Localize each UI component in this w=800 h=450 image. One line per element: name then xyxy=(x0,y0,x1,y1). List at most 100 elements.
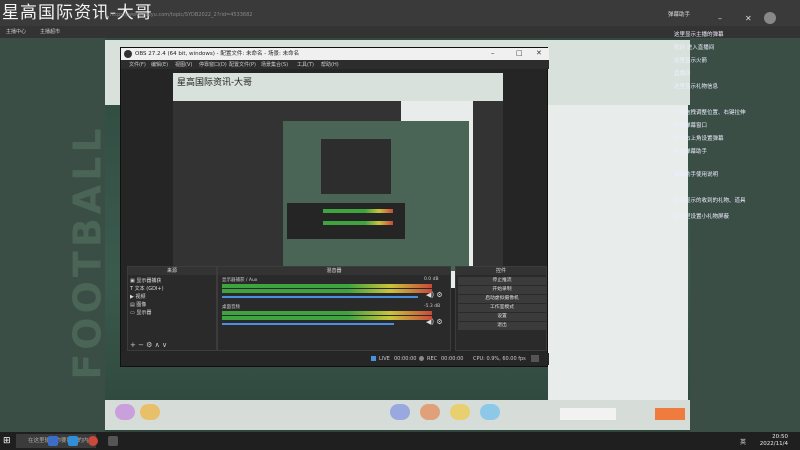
taskview-icon[interactable] xyxy=(48,436,58,446)
avatar[interactable] xyxy=(764,12,776,24)
gift-icon[interactable] xyxy=(140,404,160,420)
nested-meter xyxy=(323,209,393,213)
gift-icon[interactable] xyxy=(420,404,440,420)
input-lang[interactable]: 英 xyxy=(740,437,746,446)
chat-line: 设置显示的收到的礼物、道具 xyxy=(674,198,746,204)
mixer-dock-title: 混音器 xyxy=(218,267,450,275)
source-item[interactable]: ▣ 显示器捕获 xyxy=(130,277,161,284)
chat-input[interactable] xyxy=(560,408,616,420)
menu-tools[interactable]: 工具(T) xyxy=(297,61,314,68)
speaker-icon[interactable]: ◀) ⚙ xyxy=(426,318,443,326)
bookmark-item[interactable]: 主播中心 xyxy=(6,28,26,35)
volume-slider[interactable] xyxy=(222,323,394,325)
menu-view[interactable]: 视图(V) xyxy=(175,61,192,68)
preview-overlay-text: 星高国际资讯-大哥 xyxy=(177,78,253,88)
volume-meter xyxy=(222,284,432,288)
cpu-fps: CPU: 0.9%, 60.00 fps xyxy=(473,356,526,362)
menu-docks[interactable]: 停靠窗口(D) xyxy=(199,61,227,68)
mixer-channel-db: 0.0 dB xyxy=(424,277,439,282)
menu-profile[interactable]: 配置文件(P) xyxy=(229,61,256,68)
edge-icon[interactable] xyxy=(68,436,78,446)
status-square-icon xyxy=(531,355,539,362)
volume-slider[interactable] xyxy=(222,296,418,298)
menu-help[interactable]: 帮助(H) xyxy=(321,61,339,68)
controls-dock: 控件 停止推流 开始录制 启动虚拟摄像机 工作室模式 设置 退出 xyxy=(455,266,547,351)
system-clock[interactable]: 20:50 2022/11/4 xyxy=(760,434,788,448)
chat-line: 欢迎 进入直播间 xyxy=(674,45,715,51)
obs-window: OBS 27.2.4 (64 bit, windows) - 配置文件: 未命名… xyxy=(120,47,549,367)
add-icon[interactable]: + − ⚙ ∧ ∨ xyxy=(130,341,167,349)
minimize-icon[interactable]: – xyxy=(491,49,495,57)
speaker-icon[interactable]: ◀) ⚙ xyxy=(426,291,443,299)
settings-button[interactable]: 设置 xyxy=(458,313,546,321)
chat-line: 这里显示礼物信息 xyxy=(674,84,719,90)
gift-icon[interactable] xyxy=(115,404,135,420)
menu-file[interactable]: 文件(F) xyxy=(129,61,146,68)
nested-obs xyxy=(321,139,391,194)
nested-meter xyxy=(323,221,393,225)
obs-menubar: 文件(F) 编辑(E) 视图(V) 停靠窗口(D) 配置文件(P) 场景集合(S… xyxy=(121,60,549,69)
mixer-channel-db: -5.3 dB xyxy=(424,304,441,309)
app-taskbar-icon[interactable] xyxy=(108,436,118,446)
chat-panel xyxy=(548,105,688,430)
clock-date: 2022/11/4 xyxy=(759,441,788,447)
bookmark-item[interactable]: 主播超市 xyxy=(40,28,60,35)
menu-scene-collection[interactable]: 场景集合(S) xyxy=(261,61,288,68)
rec-time: 00:00:00 xyxy=(441,356,464,362)
live-label: LIVE xyxy=(379,356,390,362)
exit-button[interactable]: 退出 xyxy=(458,322,546,330)
chat-line: 这里显示火箭 xyxy=(674,58,708,64)
source-label: 文本 (GDI+) xyxy=(134,286,164,292)
obs-logo-icon xyxy=(124,50,132,58)
source-item[interactable]: ▤ 图像 xyxy=(130,301,146,308)
start-recording-button[interactable]: 开始录制 xyxy=(458,286,546,294)
controls-dock-title: 控件 xyxy=(456,267,546,275)
source-item[interactable]: ▶ 视频 xyxy=(130,293,145,300)
preview-canvas[interactable]: 星高国际资讯-大哥 xyxy=(173,73,503,288)
source-label: 显示器捕获 xyxy=(136,278,162,284)
minimize-icon[interactable]: – xyxy=(718,14,722,23)
gift-icon[interactable] xyxy=(480,404,500,420)
source-label: 视频 xyxy=(135,294,146,300)
live-indicator-icon xyxy=(371,356,376,361)
address-bar[interactable]: https://www.douyu.com/topic/SYDB2022_2?r… xyxy=(110,12,252,18)
mixer-channel-name: 桌面音频 xyxy=(222,305,240,310)
chat-line: 弹幕助手使用说明 xyxy=(674,172,719,178)
taskbar xyxy=(0,432,800,450)
gift-icon[interactable] xyxy=(390,404,410,420)
obs-titlebar: OBS 27.2.4 (64 bit, windows) - 配置文件: 未命名… xyxy=(121,48,549,60)
danmu-helper-title: 弹幕助手 xyxy=(668,12,691,18)
stop-streaming-button[interactable]: 停止推流 xyxy=(458,277,546,285)
chat-line: 在这里设置小礼物屏蔽 xyxy=(674,214,730,220)
rec-indicator-icon xyxy=(419,356,424,361)
chat-line: 这是弹幕助手 xyxy=(674,149,708,155)
source-label: 显示器 xyxy=(136,310,152,316)
obs-statusbar: LIVE 00:00:00 REC 00:00:00 CPU: 0.9%, 60… xyxy=(121,353,549,365)
chat-line: 直播间 xyxy=(674,71,691,77)
sources-dock-title: 来源 xyxy=(128,267,216,275)
obs-taskbar-icon[interactable] xyxy=(88,436,98,446)
gift-icon[interactable] xyxy=(450,404,470,420)
close-icon[interactable]: ✕ xyxy=(536,49,542,57)
windows-start-icon[interactable]: ⊞ xyxy=(3,436,11,446)
sources-dock: 来源 ▣ 显示器捕获 T 文本 (GDI+) ▶ 视频 ▤ 图像 ▭ 显示器 +… xyxy=(127,266,217,351)
studio-mode-button[interactable]: 工作室模式 xyxy=(458,304,546,312)
chat-line: 左键拖拽调整位置、右键拉伸 xyxy=(674,110,746,116)
mixer-dock: 混音器 显示器捕获 / Aux 0.0 dB ◀) ⚙ 桌面音频 -5.3 dB… xyxy=(217,266,451,351)
chat-line: 点击右上角设置弹幕 xyxy=(674,136,724,142)
chat-line: 这是弹幕窗口 xyxy=(674,123,708,129)
nested-preview xyxy=(283,121,469,271)
source-label: 图像 xyxy=(136,302,147,308)
volume-meter xyxy=(222,311,432,315)
clock-time: 20:50 xyxy=(772,434,788,440)
chat-line: 这里显示主播的弹幕 xyxy=(674,32,724,38)
live-time: 00:00:00 xyxy=(394,356,417,362)
menu-edit[interactable]: 编辑(E) xyxy=(151,61,168,68)
virtual-camera-button[interactable]: 启动虚拟摄像机 xyxy=(458,295,546,303)
source-item[interactable]: ▭ 显示器 xyxy=(130,309,151,316)
close-icon[interactable]: ✕ xyxy=(745,14,752,23)
rec-label: REC xyxy=(427,356,438,362)
source-item[interactable]: T 文本 (GDI+) xyxy=(130,285,164,292)
maximize-icon[interactable]: □ xyxy=(516,49,523,57)
send-button[interactable] xyxy=(655,408,685,420)
